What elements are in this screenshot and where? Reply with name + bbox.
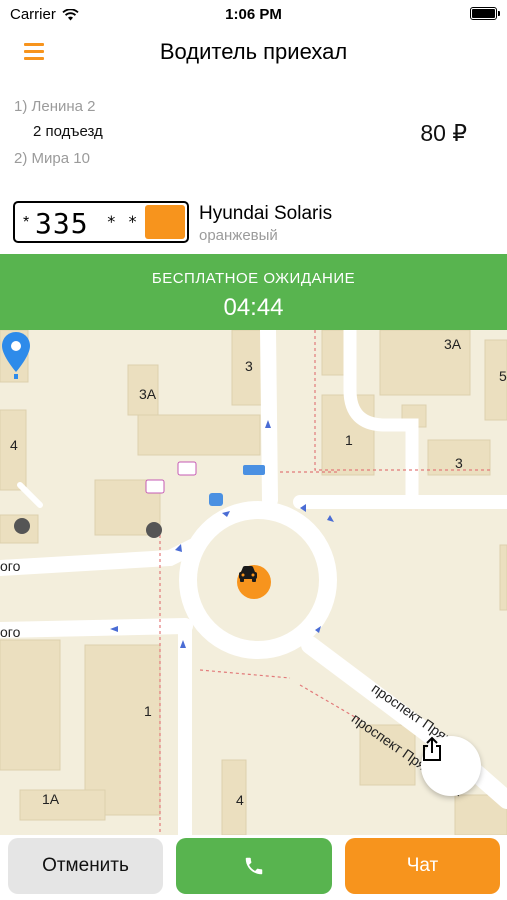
map-building-number: 1А <box>42 791 60 807</box>
share-button[interactable] <box>421 736 481 796</box>
map-view[interactable]: 6 3 3А 5 3А 4 1 3 1 1А 4 ого ого проспек… <box>0 330 507 835</box>
trip-price: 80 ₽ <box>420 120 467 146</box>
license-plate: * 335 * * <box>13 201 189 243</box>
map-building-number: 3 <box>455 455 463 471</box>
action-bar: Отменить Чат <box>0 835 507 900</box>
map-building-number: 3А <box>139 386 157 402</box>
route-origin: 1) Ленина 2 <box>14 98 96 115</box>
header: Водитель приехал <box>0 28 507 74</box>
phone-icon <box>245 857 263 875</box>
route-info: 1) Ленина 2 2 подъезд 2) Мира 10 80 ₽ <box>0 90 507 180</box>
waiting-banner: БЕСПЛАТНОЕ ОЖИДАНИЕ 04:44 <box>0 254 507 330</box>
car-color-name: оранжевый <box>199 227 278 244</box>
map-building-number: 4 <box>10 437 18 453</box>
map-building-number: 1 <box>345 432 353 448</box>
map-building-number: 4 <box>236 792 244 808</box>
map-building-number: 1 <box>144 703 152 719</box>
chat-button[interactable]: Чат <box>345 838 500 894</box>
cancel-button[interactable]: Отменить <box>8 838 163 894</box>
car-model: Hyundai Solaris <box>199 203 333 224</box>
map-building-number: 3А <box>444 336 462 352</box>
location-pin-icon <box>2 332 30 379</box>
route-destination: 2) Мира 10 <box>14 150 90 167</box>
status-bar: Carrier 1:06 PM <box>0 0 507 28</box>
plate-number: 335 * * <box>35 207 139 240</box>
waiting-timer: 04:44 <box>223 294 284 321</box>
share-icon <box>423 736 441 761</box>
map-building-number: 3 <box>245 358 253 374</box>
plate-stars-left: * <box>23 214 30 231</box>
call-button[interactable] <box>176 838 332 894</box>
status-time: 1:06 PM <box>225 6 282 23</box>
car-color-swatch <box>145 205 185 239</box>
page-title: Водитель приехал <box>159 39 348 64</box>
map-street-label: ого <box>0 558 21 574</box>
taxi-car-icon <box>237 565 271 599</box>
map-street-label: ого <box>0 624 21 640</box>
waiting-label: БЕСПЛАТНОЕ ОЖИДАНИЕ <box>151 270 356 287</box>
battery-icon <box>470 7 500 20</box>
route-entrance: 2 подъезд <box>33 123 103 140</box>
map-building-number: 5 <box>499 368 507 384</box>
